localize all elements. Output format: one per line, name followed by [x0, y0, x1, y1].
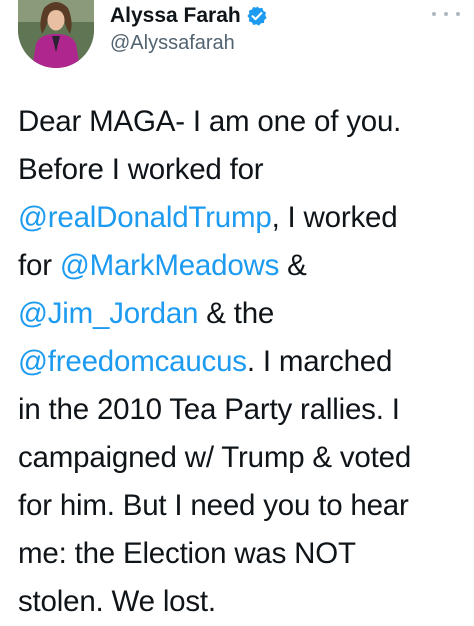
tweet-text-segment: Before I worked for: [18, 153, 264, 186]
tweet-text-segment: in the 2010 Tea Party rallies. I: [18, 393, 400, 426]
tweet-text-segment: for: [18, 249, 60, 282]
tweet-text-line: Dear MAGA- I am one of you.: [18, 98, 468, 146]
tweet-text-segment: stolen. We lost.: [18, 585, 216, 618]
tweet-text-line: campaigned w/ Trump & voted: [18, 434, 468, 482]
name-row: Alyssa Farah: [110, 2, 268, 30]
avatar[interactable]: [18, 0, 94, 68]
mention-link[interactable]: @realDonaldTrump: [18, 201, 272, 234]
more-options-icon[interactable]: [432, 6, 460, 22]
display-name[interactable]: Alyssa Farah: [110, 4, 241, 28]
tweet-text-line: me: the Election was NOT: [18, 530, 468, 578]
tweet-text-segment: &: [279, 249, 307, 282]
tweet-text-line: @Jim_Jordan & the: [18, 290, 468, 338]
tweet-text-segment: me: the Election was NOT: [18, 537, 356, 570]
tweet-text-line: in the 2010 Tea Party rallies. I: [18, 386, 468, 434]
tweet-text-segment: & the: [198, 297, 275, 330]
tweet-text-segment: Dear MAGA- I am one of you.: [18, 105, 402, 138]
more-dot: [432, 12, 436, 16]
tweet-text-line: @freedomcaucus. I marched: [18, 338, 468, 386]
mention-link[interactable]: @MarkMeadows: [60, 249, 280, 282]
tweet-header: Alyssa Farah @Alyssafarah: [0, 0, 474, 80]
tweet-text-segment: campaigned w/ Trump & voted: [18, 441, 412, 474]
tweet-text: Dear MAGA- I am one of you. Before I work…: [18, 98, 468, 626]
tweet-text-line: Before I worked for: [18, 146, 468, 194]
tweet: Alyssa Farah @Alyssafarah Dear MAGA- I a…: [0, 0, 474, 618]
more-dot: [444, 12, 448, 16]
tweet-text-line: for him. But I need you to hear: [18, 482, 468, 530]
tweet-text-line: @realDonaldTrump, I worked: [18, 194, 468, 242]
user-handle[interactable]: @Alyssafarah: [110, 32, 235, 55]
profile-photo-icon: [18, 0, 94, 68]
mention-link[interactable]: @Jim_Jordan: [18, 297, 198, 330]
tweet-text-segment: . I marched: [246, 345, 393, 378]
tweet-text-line: stolen. We lost.: [18, 578, 468, 626]
more-dot: [456, 12, 460, 16]
verified-badge-icon: [247, 6, 267, 26]
mention-link[interactable]: @freedomcaucus: [18, 345, 247, 378]
tweet-text-segment: , I worked: [271, 201, 398, 234]
tweet-text-segment: for him. But I need you to hear: [18, 489, 409, 522]
tweet-text-line: for @MarkMeadows &: [18, 242, 468, 290]
